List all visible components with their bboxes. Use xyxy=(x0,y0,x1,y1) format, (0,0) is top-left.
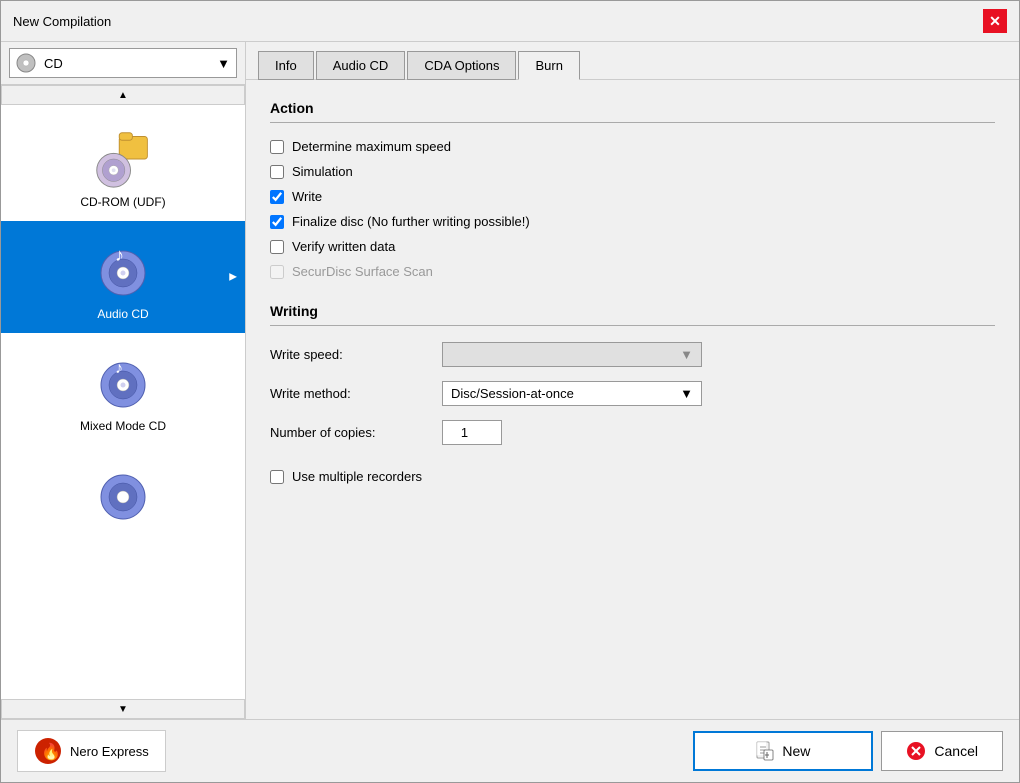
nero-express-label: Nero Express xyxy=(70,744,149,759)
write-method-row: Write method: Disc/Session-at-once ▼ xyxy=(270,381,995,406)
multiple-recorders-label: Use multiple recorders xyxy=(292,469,422,484)
dropdown-arrow-icon: ▼ xyxy=(217,56,230,71)
write-speed-dropdown[interactable]: ▼ xyxy=(442,342,702,367)
nero-express-icon: 🔥 xyxy=(34,737,62,765)
tab-cda-options[interactable]: CDA Options xyxy=(407,51,516,80)
write-method-label: Write method: xyxy=(270,386,430,401)
action-section-title: Action xyxy=(270,100,995,116)
write-method-dropdown[interactable]: Disc/Session-at-once ▼ xyxy=(442,381,702,406)
verify-data-checkbox[interactable] xyxy=(270,240,284,254)
checkbox-simulation-row: Simulation xyxy=(270,164,995,179)
left-panel-header: CD ▼ xyxy=(1,42,245,85)
svg-text:♪: ♪ xyxy=(115,360,123,377)
action-divider xyxy=(270,122,995,123)
write-label: Write xyxy=(292,189,322,204)
tab-info[interactable]: Info xyxy=(258,51,314,80)
new-button[interactable]: New xyxy=(693,731,873,771)
tabs-bar: Info Audio CD CDA Options Burn xyxy=(246,42,1019,80)
burn-tab-content: Action Determine maximum speed Simulatio… xyxy=(246,80,1019,719)
close-button[interactable]: ✕ xyxy=(983,9,1007,33)
write-speed-arrow-icon: ▼ xyxy=(680,347,693,362)
cancel-button-icon xyxy=(906,741,926,761)
disc-item-mixed-mode[interactable]: ♪ Mixed Mode CD xyxy=(1,333,245,445)
audio-cd-icon: ♪ xyxy=(91,237,155,301)
scroll-down-button[interactable]: ▼ xyxy=(1,699,245,719)
checkbox-write-row: Write xyxy=(270,189,995,204)
verify-data-label: Verify written data xyxy=(292,239,395,254)
write-method-arrow-icon: ▼ xyxy=(680,386,693,401)
finalize-disc-checkbox[interactable] xyxy=(270,215,284,229)
writing-section: Writing Write speed: ▼ xyxy=(270,303,995,484)
checkbox-finalize-row: Finalize disc (No further writing possib… xyxy=(270,214,995,229)
disc-type-list: CD-ROM (UDF) ♪ Audio CD xyxy=(1,105,245,699)
nero-express-button[interactable]: 🔥 Nero Express xyxy=(17,730,166,772)
writing-section-title: Writing xyxy=(270,303,995,319)
write-speed-label: Write speed: xyxy=(270,347,430,362)
multiple-recorders-checkbox[interactable] xyxy=(270,470,284,484)
cancel-button[interactable]: Cancel xyxy=(881,731,1003,771)
cdrom-udf-label: CD-ROM (UDF) xyxy=(80,195,165,209)
dialog-title: New Compilation xyxy=(13,14,111,29)
main-content: CD ▼ ▲ xyxy=(1,42,1019,719)
copies-input[interactable] xyxy=(442,420,502,445)
copies-label: Number of copies: xyxy=(270,425,430,440)
writing-divider xyxy=(270,325,995,326)
audio-cd-label: Audio CD xyxy=(97,307,148,321)
new-compilation-dialog: New Compilation ✕ CD ▼ ▲ xyxy=(0,0,1020,783)
extra-icon xyxy=(91,461,155,525)
disc-item-extra[interactable] xyxy=(1,445,245,537)
disc-item-audio-cd[interactable]: ♪ Audio CD ▶ xyxy=(1,221,245,333)
scroll-up-button[interactable]: ▲ xyxy=(1,85,245,105)
svg-text:🔥: 🔥 xyxy=(41,742,61,761)
new-button-icon xyxy=(756,741,774,761)
tab-burn[interactable]: Burn xyxy=(518,51,579,80)
finalize-disc-label: Finalize disc (No further writing possib… xyxy=(292,214,530,229)
max-speed-label: Determine maximum speed xyxy=(292,139,451,154)
title-bar: New Compilation ✕ xyxy=(1,1,1019,42)
write-checkbox[interactable] xyxy=(270,190,284,204)
simulation-label: Simulation xyxy=(292,164,353,179)
mixed-mode-label: Mixed Mode CD xyxy=(80,419,166,433)
write-method-value: Disc/Session-at-once xyxy=(451,386,574,401)
bottom-right-buttons: New Cancel xyxy=(693,731,1003,771)
cd-dropdown-icon xyxy=(16,53,36,73)
right-panel: Info Audio CD CDA Options Burn Action xyxy=(246,42,1019,719)
mixed-mode-icon: ♪ xyxy=(91,349,155,413)
multiple-recorders-row: Use multiple recorders xyxy=(270,469,995,484)
cancel-button-label: Cancel xyxy=(934,743,978,759)
cd-dropdown-label: CD xyxy=(44,56,63,71)
bottom-bar: 🔥 Nero Express New xyxy=(1,719,1019,782)
tab-audio-cd[interactable]: Audio CD xyxy=(316,51,406,80)
cdrom-udf-icon xyxy=(93,129,153,189)
simulation-checkbox[interactable] xyxy=(270,165,284,179)
securedisc-label: SecurDisc Surface Scan xyxy=(292,264,433,279)
disc-item-cdrom-udf[interactable]: CD-ROM (UDF) xyxy=(1,113,245,221)
checkbox-verify-row: Verify written data xyxy=(270,239,995,254)
cd-type-dropdown[interactable]: CD ▼ xyxy=(9,48,237,78)
max-speed-checkbox[interactable] xyxy=(270,140,284,154)
svg-text:♪: ♪ xyxy=(115,245,124,265)
write-speed-row: Write speed: ▼ xyxy=(270,342,995,367)
action-section: Action Determine maximum speed Simulatio… xyxy=(270,100,995,279)
new-button-label: New xyxy=(782,743,810,759)
securedisc-checkbox[interactable] xyxy=(270,265,284,279)
checkbox-securedisc-row: SecurDisc Surface Scan xyxy=(270,264,995,279)
left-panel: CD ▼ ▲ xyxy=(1,42,246,719)
copies-row: Number of copies: xyxy=(270,420,995,445)
selected-arrow-icon: ▶ xyxy=(229,272,237,283)
checkbox-max-speed-row: Determine maximum speed xyxy=(270,139,995,154)
